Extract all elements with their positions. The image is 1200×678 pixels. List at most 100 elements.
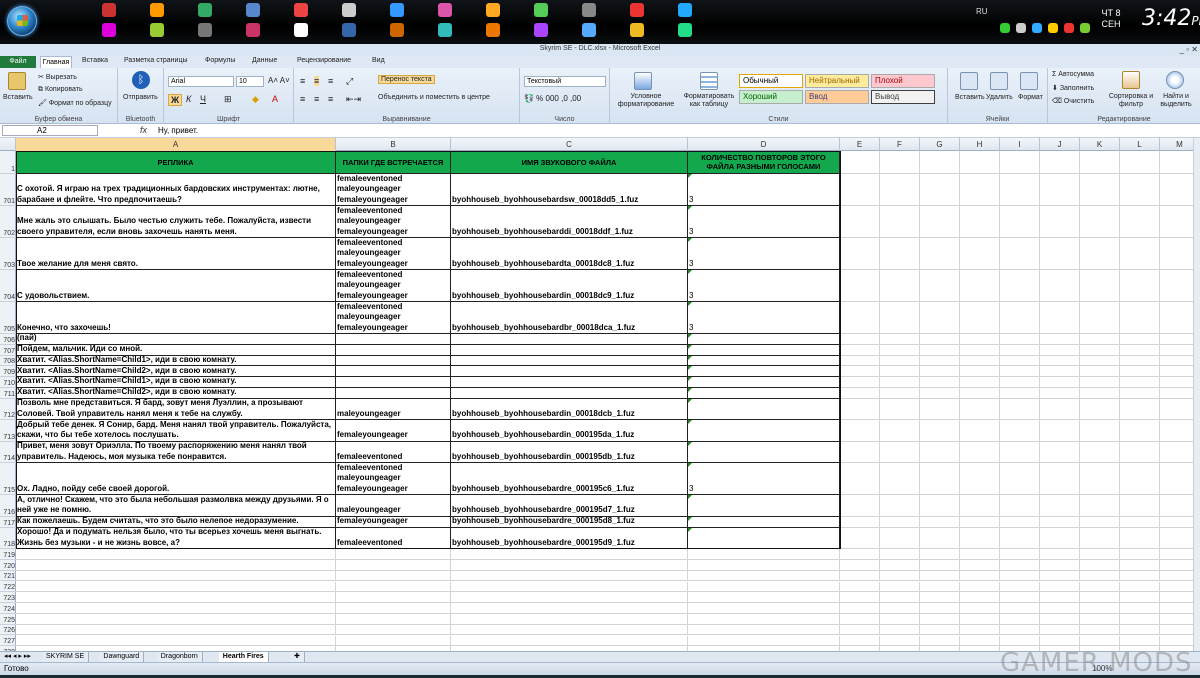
empty-cell[interactable] bbox=[1080, 420, 1120, 442]
empty-cell[interactable] bbox=[1040, 420, 1080, 442]
empty-cell[interactable] bbox=[1000, 603, 1040, 614]
column-header-f[interactable]: F bbox=[880, 138, 920, 151]
empty-cell[interactable] bbox=[880, 302, 920, 334]
format-as-table-icon[interactable] bbox=[700, 72, 718, 90]
cell-repeat-count[interactable] bbox=[688, 420, 840, 442]
empty-cell[interactable] bbox=[880, 420, 920, 442]
taskbar-app-icon[interactable] bbox=[246, 23, 260, 37]
spreadsheet-grid[interactable]: ABCDEFGHIJKLM 1 701 702 703 704 705 706 707 708 7… bbox=[0, 138, 1193, 651]
cell-folders[interactable]: femaleeventoned bbox=[336, 527, 451, 550]
empty-cell[interactable] bbox=[1000, 355, 1040, 367]
empty-cell[interactable] bbox=[1160, 334, 1193, 345]
taskbar-app-icon[interactable] bbox=[294, 23, 308, 37]
empty-cell[interactable] bbox=[688, 592, 840, 604]
empty-cell[interactable] bbox=[960, 388, 1000, 399]
empty-cell[interactable] bbox=[451, 570, 688, 582]
empty-cell[interactable] bbox=[1040, 302, 1080, 334]
empty-cell[interactable] bbox=[920, 559, 960, 571]
tray-icon[interactable] bbox=[1048, 23, 1058, 33]
align-top-icon[interactable]: ≡ bbox=[300, 76, 305, 86]
cell-repeat-count[interactable]: 3 bbox=[688, 238, 840, 270]
empty-cell[interactable] bbox=[840, 334, 880, 345]
empty-cell[interactable] bbox=[1120, 355, 1160, 367]
cell-folders[interactable] bbox=[336, 366, 451, 378]
row-header[interactable]: 716 bbox=[0, 495, 16, 517]
cell-replica[interactable]: (пай) bbox=[16, 334, 336, 345]
taskbar-app-icon[interactable] bbox=[342, 3, 356, 17]
empty-cell[interactable] bbox=[1160, 582, 1193, 593]
header-cell-repeat-count[interactable]: КОЛИЧЕСТВО ПОВТОРОВ ЭТОГО ФАЙЛА РАЗНЫМИ … bbox=[688, 151, 840, 174]
empty-cell[interactable] bbox=[840, 441, 880, 464]
empty-cell[interactable] bbox=[1040, 388, 1080, 399]
row-header[interactable]: 722 bbox=[0, 582, 16, 593]
sort-filter-button[interactable]: Сортировка и фильтр bbox=[1108, 93, 1154, 109]
row-header[interactable]: 706 bbox=[0, 334, 16, 345]
row-header[interactable]: 719 bbox=[0, 549, 16, 560]
empty-cell[interactable] bbox=[880, 344, 920, 356]
empty-cell[interactable] bbox=[920, 527, 960, 550]
empty-cell[interactable] bbox=[880, 527, 920, 550]
empty-cell[interactable] bbox=[920, 592, 960, 604]
empty-cell[interactable] bbox=[880, 206, 920, 238]
empty-cell[interactable] bbox=[336, 592, 451, 604]
empty-cell[interactable] bbox=[1160, 238, 1193, 270]
empty-cell[interactable] bbox=[1160, 549, 1193, 560]
empty-cell[interactable] bbox=[840, 377, 880, 388]
font-grow-icon[interactable]: A˄ A˅ bbox=[268, 76, 290, 85]
empty-cell[interactable] bbox=[880, 635, 920, 647]
empty-cell[interactable] bbox=[960, 624, 1000, 636]
taskbar-app-icon[interactable] bbox=[390, 3, 404, 17]
sheet-tab[interactable]: Dragonborn bbox=[156, 652, 203, 662]
empty-cell[interactable] bbox=[451, 592, 688, 604]
row-header[interactable]: 705 bbox=[0, 302, 16, 334]
tab-review[interactable]: Рецензирование bbox=[297, 57, 351, 64]
cell-sound-file[interactable] bbox=[451, 388, 688, 399]
tab-home[interactable]: Главная bbox=[40, 56, 72, 68]
empty-cell[interactable] bbox=[1120, 420, 1160, 442]
empty-cell[interactable] bbox=[688, 570, 840, 582]
new-sheet-icon[interactable]: ✚ bbox=[290, 652, 305, 662]
empty-cell[interactable] bbox=[1120, 441, 1160, 464]
empty-cell[interactable] bbox=[1120, 527, 1160, 550]
empty-cell[interactable] bbox=[1080, 238, 1120, 270]
row-header[interactable]: 713 bbox=[0, 420, 16, 442]
row-header[interactable]: 702 bbox=[0, 206, 16, 238]
empty-cell[interactable] bbox=[960, 355, 1000, 367]
taskbar-app-icon[interactable] bbox=[150, 3, 164, 17]
row-header[interactable]: 707 bbox=[0, 345, 16, 356]
empty-cell[interactable] bbox=[1160, 356, 1193, 367]
empty-cell[interactable] bbox=[960, 366, 1000, 378]
empty-cell[interactable] bbox=[1040, 592, 1080, 604]
empty-cell[interactable] bbox=[688, 603, 840, 614]
empty-cell[interactable] bbox=[840, 388, 880, 399]
empty-cell[interactable] bbox=[1040, 206, 1080, 238]
style-good[interactable]: Хороший bbox=[739, 90, 803, 104]
empty-cell[interactable] bbox=[1120, 463, 1160, 496]
empty-cell[interactable] bbox=[920, 151, 960, 174]
empty-cell[interactable] bbox=[840, 581, 880, 593]
empty-cell[interactable] bbox=[1120, 549, 1160, 560]
cell-replica[interactable]: Хватит. <Alias.ShortName=Child1>, иди в … bbox=[16, 355, 336, 367]
empty-cell[interactable] bbox=[451, 581, 688, 593]
empty-cell[interactable] bbox=[1120, 398, 1160, 421]
empty-cell[interactable] bbox=[960, 516, 1000, 528]
italic-button[interactable]: К bbox=[186, 94, 191, 104]
taskbar-app-icon[interactable] bbox=[198, 23, 212, 37]
empty-cell[interactable] bbox=[920, 516, 960, 528]
empty-cell[interactable] bbox=[16, 624, 336, 636]
cell-replica[interactable]: С охотой. Я играю на трех традиционных б… bbox=[16, 174, 336, 206]
empty-cell[interactable] bbox=[1040, 581, 1080, 593]
conditional-format-button[interactable]: Условное форматирование bbox=[614, 93, 678, 109]
empty-cell[interactable] bbox=[960, 613, 1000, 625]
empty-cell[interactable] bbox=[960, 398, 1000, 421]
empty-cell[interactable] bbox=[1160, 399, 1193, 421]
taskbar-app-icon[interactable] bbox=[102, 3, 116, 17]
empty-cell[interactable] bbox=[1080, 559, 1120, 571]
empty-cell[interactable] bbox=[880, 355, 920, 367]
empty-cell[interactable] bbox=[1080, 592, 1120, 604]
delete-cells-icon[interactable] bbox=[990, 72, 1008, 90]
empty-cell[interactable] bbox=[960, 174, 1000, 206]
empty-cell[interactable] bbox=[840, 420, 880, 442]
empty-cell[interactable] bbox=[1000, 302, 1040, 334]
cell-folders[interactable]: femaleeventoned maleyoungeager femaleyou… bbox=[336, 270, 451, 302]
